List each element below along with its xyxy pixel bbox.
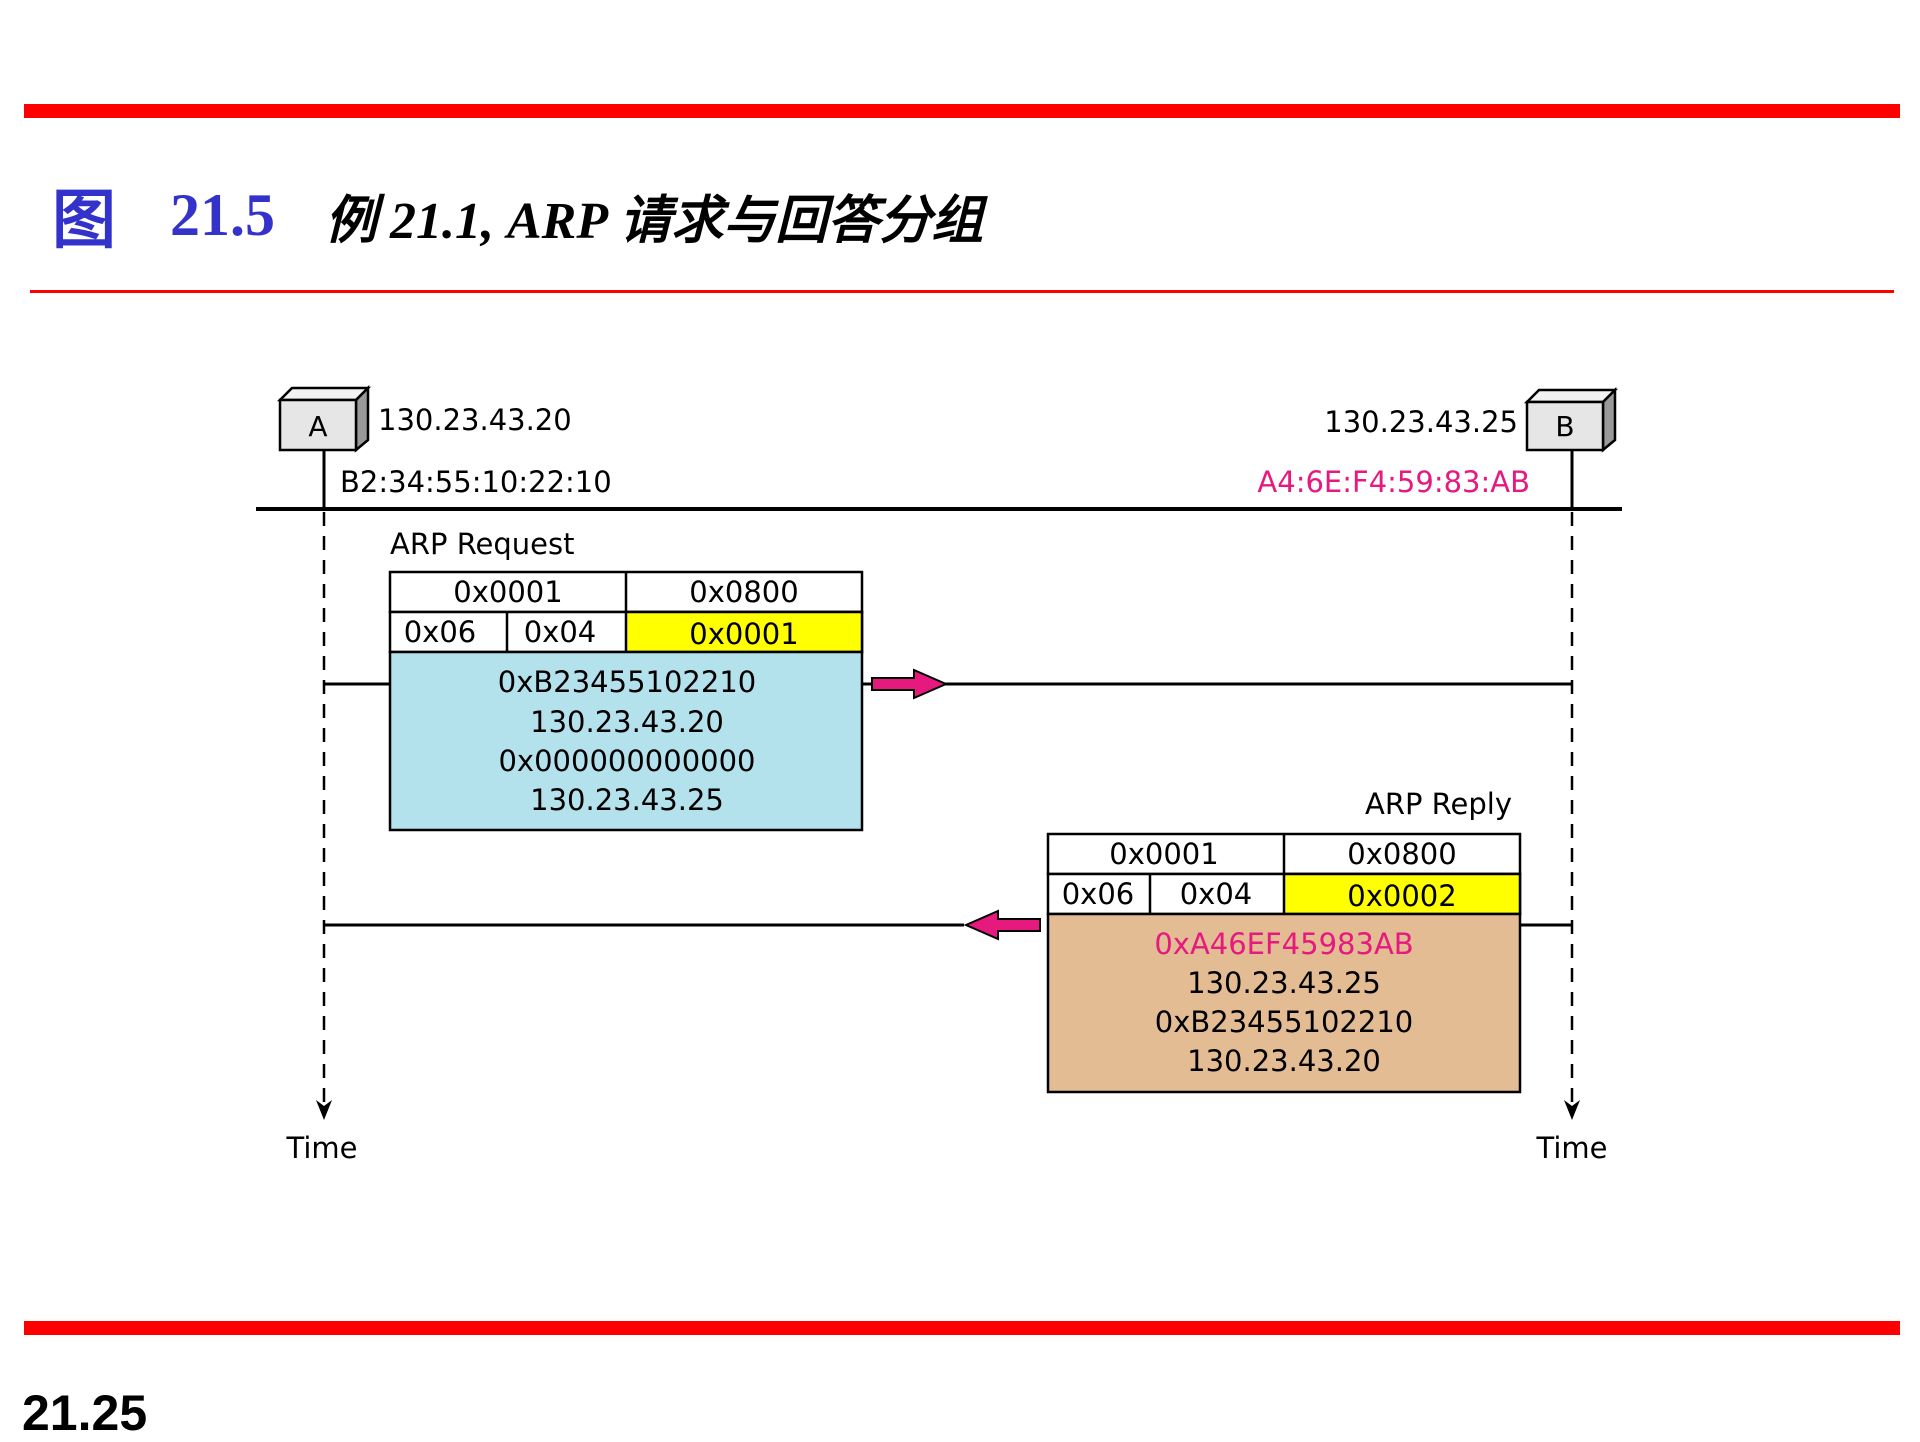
reply-protocol-type: 0x0800 [1347, 837, 1456, 871]
request-operation: 0x0001 [689, 617, 798, 651]
request-sender-ip: 130.23.43.20 [530, 705, 724, 739]
reply-target-ip: 130.23.43.20 [1187, 1044, 1381, 1078]
host-b-box: B [1523, 386, 1619, 453]
timeline-b-arrowhead [1564, 1100, 1580, 1120]
arp-diagram: A B 130.23.43.20 B2:34:55:10:22:10 130.2… [256, 384, 1622, 1165]
host-a-label: A [308, 410, 327, 443]
request-target-hw: 0x000000000000 [498, 744, 755, 778]
request-target-ip: 130.23.43.25 [530, 783, 724, 817]
reply-operation: 0x0002 [1347, 879, 1456, 913]
page-number: 21.25 [22, 1385, 148, 1441]
request-hardware-length: 0x06 [404, 615, 477, 649]
reply-packet: ARP Reply 0x0001 0x0800 0x06 0x04 0x0002… [1046, 787, 1522, 1094]
host-a-box: A [276, 384, 372, 453]
request-arrow [871, 668, 949, 700]
host-b-label: B [1555, 410, 1574, 443]
bottom-red-rule [24, 1321, 1900, 1335]
request-protocol-length: 0x04 [524, 615, 597, 649]
reply-caption: ARP Reply [1365, 787, 1512, 821]
reply-target-hw: 0xB23455102210 [1155, 1005, 1413, 1039]
time-label-b: Time [1536, 1131, 1608, 1165]
host-b-ip: 130.23.43.25 [1324, 405, 1518, 439]
request-caption: ARP Request [390, 527, 575, 561]
time-label-a: Time [286, 1131, 358, 1165]
request-protocol-type: 0x0800 [689, 575, 798, 609]
timeline-a-arrowhead [316, 1100, 332, 1120]
request-hardware-type: 0x0001 [453, 575, 562, 609]
host-a-ip: 130.23.43.20 [378, 403, 572, 437]
reply-sender-ip: 130.23.43.25 [1187, 966, 1381, 1000]
host-b-mac: A4:6E:F4:59:83:AB [1257, 465, 1530, 499]
host-a-mac: B2:34:55:10:22:10 [340, 465, 612, 499]
reply-hardware-type: 0x0001 [1109, 837, 1218, 871]
request-sender-hw: 0xB23455102210 [498, 665, 756, 699]
reply-sender-hw: 0xA46EF45983AB [1154, 927, 1413, 961]
reply-hardware-length: 0x06 [1062, 877, 1135, 911]
reply-protocol-length: 0x04 [1180, 877, 1253, 911]
request-packet: ARP Request 0x0001 0x0800 0x06 0x04 0x00… [388, 527, 864, 832]
reply-arrow [963, 909, 1041, 941]
